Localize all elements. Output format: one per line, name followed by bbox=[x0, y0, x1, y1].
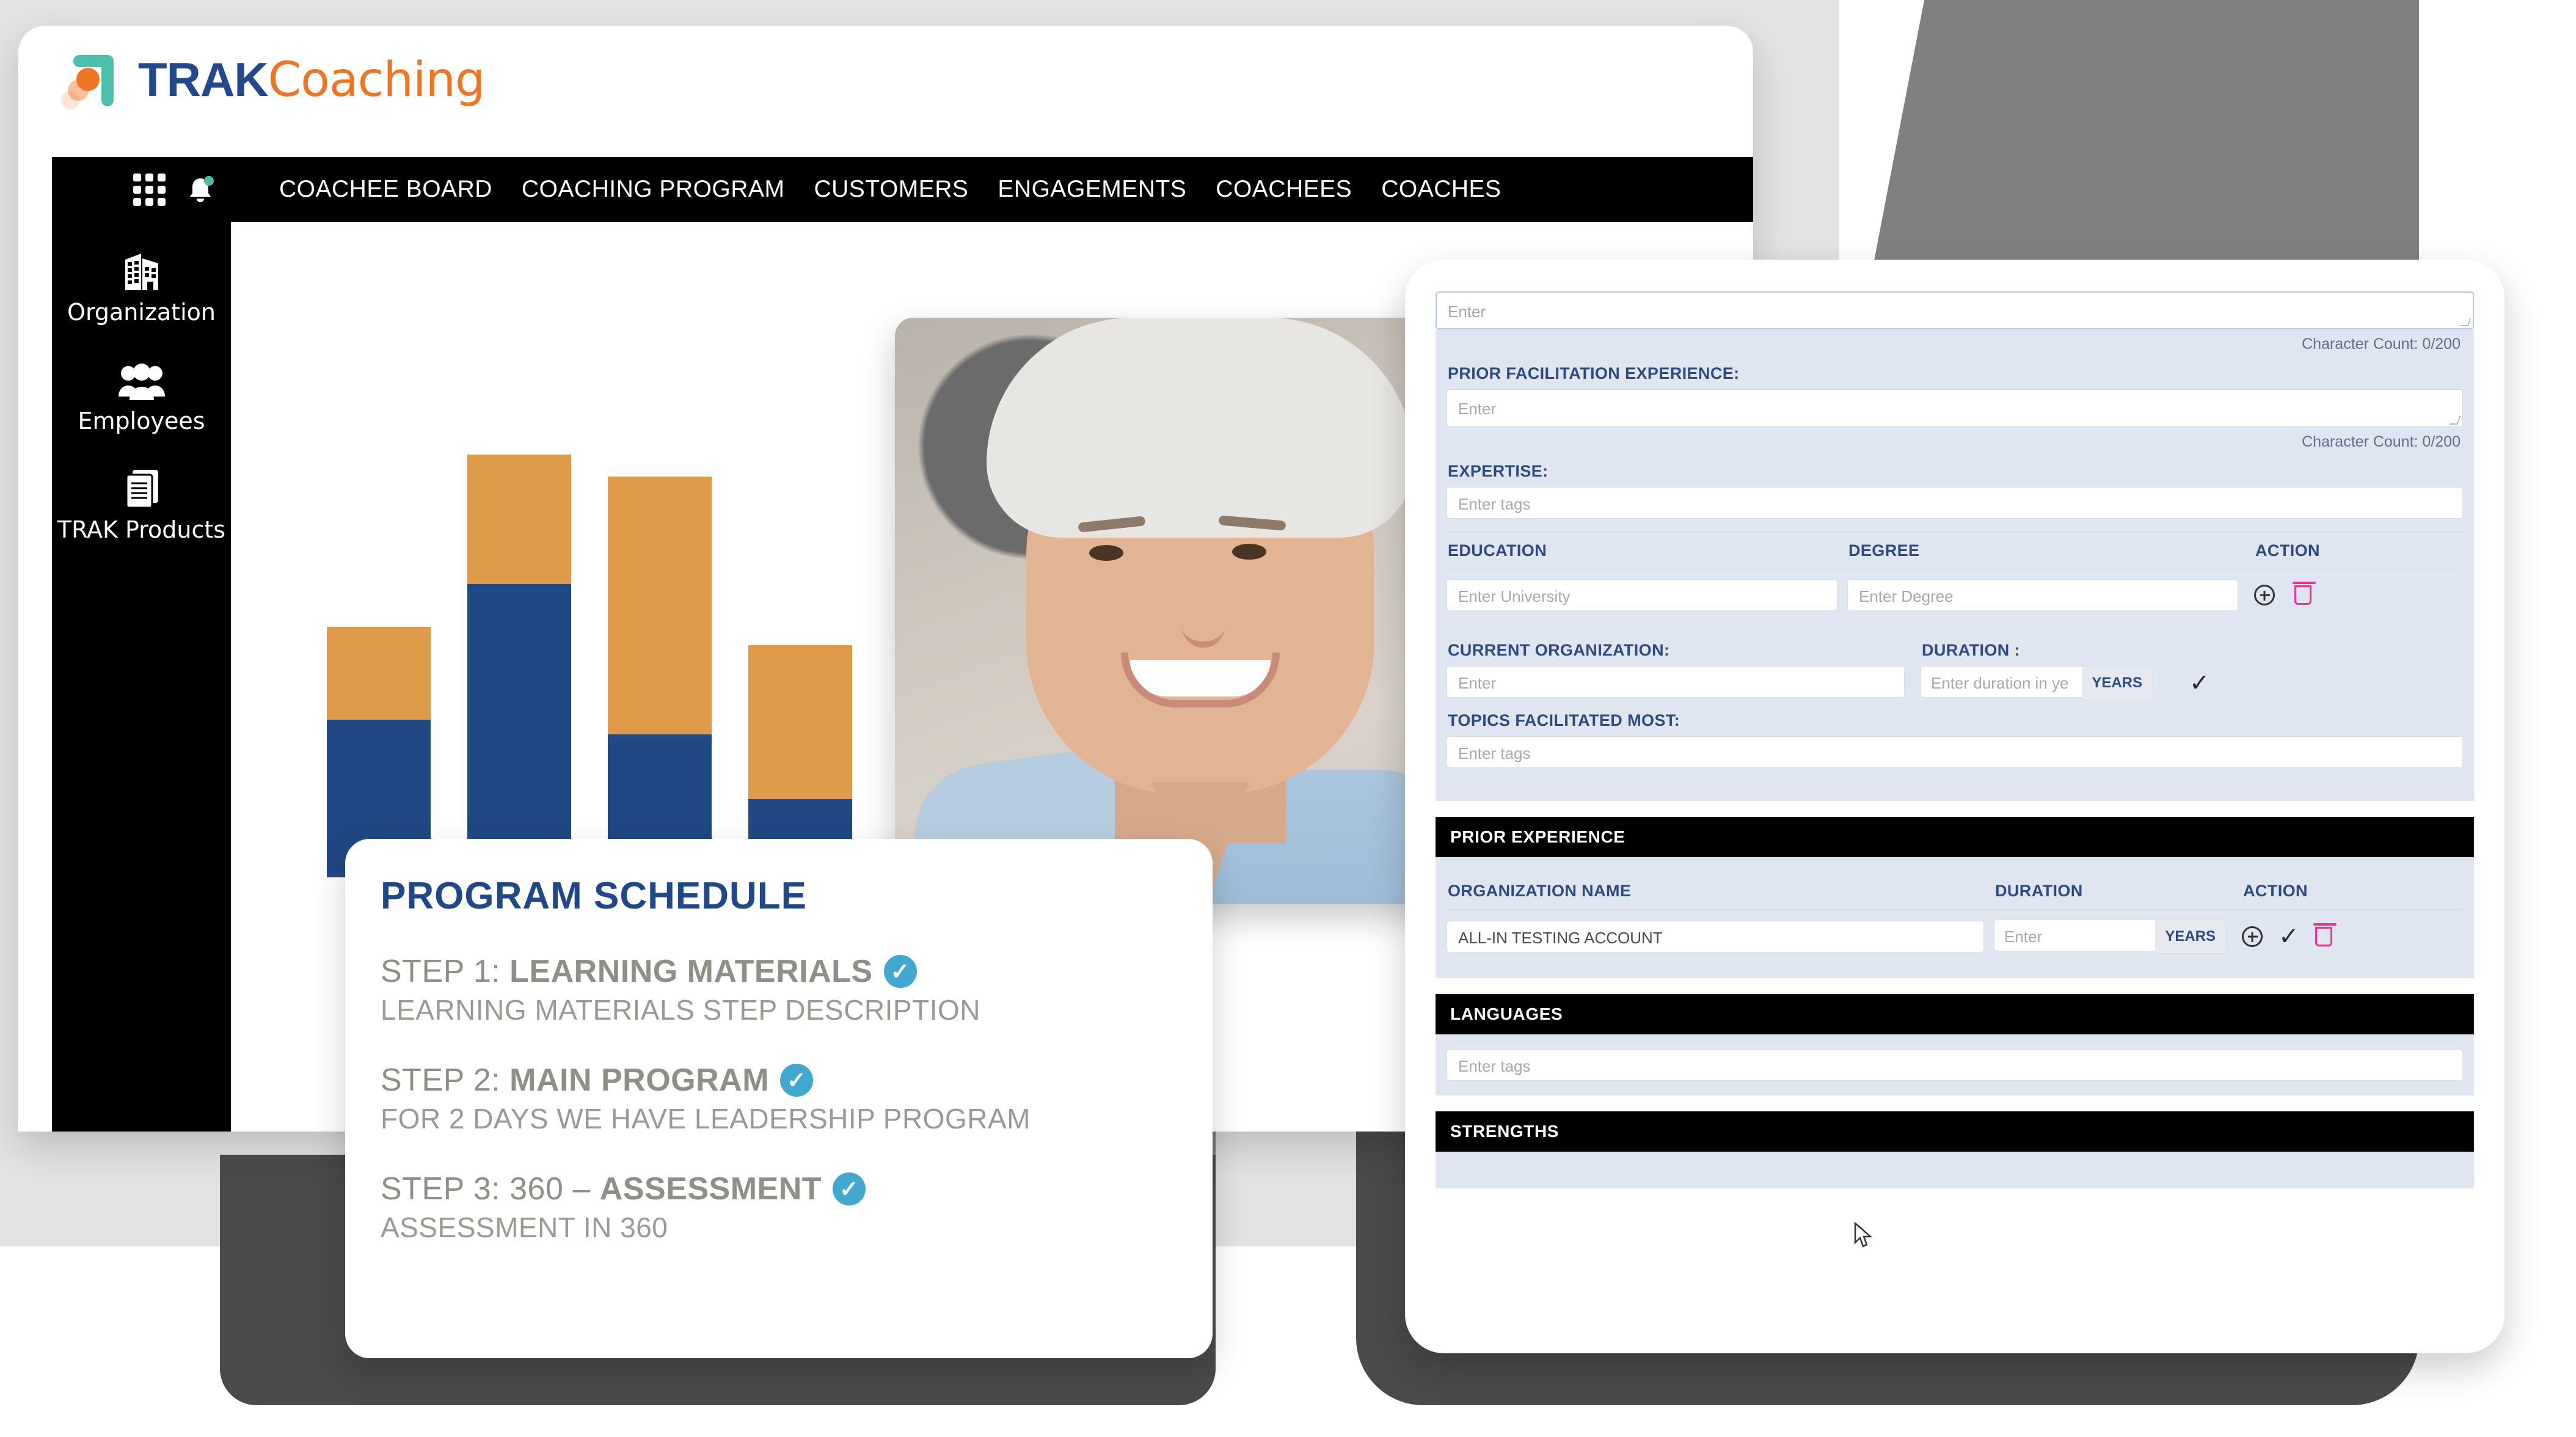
degree-column-header: DEGREE bbox=[1848, 541, 1920, 560]
expertise-tags-input[interactable]: Enter tags bbox=[1447, 487, 2463, 519]
action-column-header: ACTION bbox=[2243, 882, 2308, 900]
grid-apps-icon[interactable] bbox=[133, 173, 166, 206]
brand-name-secondary: Coaching bbox=[268, 52, 486, 108]
schedule-step-2: STEP 2: MAIN PROGRAM ✓ FOR 2 DAYS WE HAV… bbox=[381, 1062, 1213, 1135]
education-university-input[interactable]: Enter University bbox=[1447, 579, 1837, 611]
nav-link-coachees[interactable]: COACHEES bbox=[1216, 176, 1352, 203]
languages-tags-input[interactable]: Enter tags bbox=[1447, 1049, 2463, 1081]
brand-name-primary: TRAK bbox=[138, 52, 269, 106]
textarea-resize-handle[interactable] bbox=[2449, 416, 2461, 425]
step-complete-check-icon: ✓ bbox=[833, 1172, 866, 1205]
duration-input[interactable]: Enter duration in ye bbox=[1921, 666, 2082, 698]
delete-icon[interactable] bbox=[2313, 923, 2337, 946]
duration-label: DURATION : bbox=[1922, 641, 2020, 659]
add-circle-icon[interactable] bbox=[2254, 585, 2275, 605]
step-prefix: STEP 1: bbox=[381, 954, 510, 989]
prior-facilitation-textarea[interactable]: Enter bbox=[1447, 389, 2463, 427]
current-organization-label: CURRENT ORGANIZATION: bbox=[1448, 641, 1670, 659]
chart-bar bbox=[608, 477, 712, 877]
delete-icon[interactable] bbox=[2293, 582, 2316, 605]
screenshot-canvas: TRAKCoaching COACHEE BOARD COACHING PROG… bbox=[0, 0, 2576, 1437]
schedule-step-1: STEP 1: LEARNING MATERIALS ✓ LEARNING MA… bbox=[381, 953, 1213, 1026]
nav-link-coaches[interactable]: COACHES bbox=[1381, 176, 1501, 203]
step-name: MAIN PROGRAM bbox=[509, 1062, 770, 1098]
strengths-body bbox=[1436, 1152, 2474, 1188]
nav-link-coachee-board[interactable]: COACHEE BOARD bbox=[279, 176, 492, 203]
step-description: LEARNING MATERIALS STEP DESCRIPTION bbox=[381, 994, 980, 1026]
topics-facilitated-tags-input[interactable]: Enter tags bbox=[1447, 736, 2463, 768]
sidebar-item-label: TRAK Products bbox=[57, 516, 226, 543]
documents-icon bbox=[52, 465, 231, 510]
languages-section-header: LANGUAGES bbox=[1436, 994, 2474, 1034]
coach-profile-form: Enter Character Count: 0/200 PRIOR FACIL… bbox=[1405, 260, 2505, 1353]
current-organization-input[interactable]: Enter bbox=[1447, 666, 1905, 698]
table-row: Enter University Enter Degree bbox=[1447, 569, 2463, 621]
sidebar-item-organization[interactable]: Organization bbox=[52, 247, 231, 326]
check-icon[interactable]: ✓ bbox=[2279, 924, 2299, 949]
top-navigation-bar: COACHEE BOARD COACHING PROGRAM CUSTOMERS… bbox=[52, 157, 1753, 222]
prior-experience-section-header: PRIOR EXPERIENCE bbox=[1436, 817, 2474, 857]
step-prefix: STEP 2: bbox=[381, 1062, 510, 1098]
sidebar-item-label: Organization bbox=[67, 299, 216, 326]
trak-logo-icon bbox=[61, 48, 125, 111]
table-row: ALL-IN TESTING ACCOUNT Enter YEARS ✓ bbox=[1447, 910, 2463, 963]
step-prefix: STEP 3: 360 – bbox=[381, 1171, 600, 1207]
brand-wordmark: TRAKCoaching bbox=[138, 52, 486, 106]
organization-name-input[interactable]: ALL-IN TESTING ACCOUNT bbox=[1447, 921, 1984, 953]
building-icon bbox=[52, 247, 231, 293]
left-sidebar: Organization Employees TRAK Products bbox=[52, 222, 231, 1132]
sidebar-item-trak-products[interactable]: TRAK Products bbox=[52, 465, 231, 543]
sidebar-item-employees[interactable]: Employees bbox=[52, 356, 231, 434]
duration-column-header: DURATION bbox=[1995, 882, 2083, 900]
nav-link-coaching-program[interactable]: COACHING PROGRAM bbox=[522, 176, 785, 203]
step-name: LEARNING MATERIALS bbox=[509, 954, 873, 989]
schedule-title: PROGRAM SCHEDULE bbox=[381, 875, 808, 917]
about-char-count: Character Count: 0/200 bbox=[2302, 335, 2461, 353]
profile-fields-block: Character Count: 0/200 PRIOR FACILITATIO… bbox=[1436, 329, 2474, 801]
languages-body: Enter tags bbox=[1436, 1034, 2474, 1095]
expertise-label: EXPERTISE: bbox=[1448, 462, 1549, 480]
prior-facilitation-char-count: Character Count: 0/200 bbox=[2302, 433, 2461, 450]
topics-facilitated-label: TOPICS FACILITATED MOST: bbox=[1448, 711, 1680, 729]
step-name: ASSESSMENT bbox=[599, 1171, 822, 1207]
add-circle-icon[interactable] bbox=[2242, 926, 2263, 947]
nav-link-engagements[interactable]: ENGAGEMENTS bbox=[998, 176, 1186, 203]
experience-duration-input[interactable]: Enter bbox=[1994, 920, 2156, 951]
step-complete-check-icon: ✓ bbox=[780, 1064, 814, 1097]
chart-bars bbox=[327, 450, 852, 877]
program-schedule-card: PROGRAM SCHEDULE STEP 1: LEARNING MATERI… bbox=[345, 839, 1213, 1358]
schedule-step-3: STEP 3: 360 – ASSESSMENT ✓ ASSESSMENT IN… bbox=[381, 1171, 1213, 1244]
education-degree-input[interactable]: Enter Degree bbox=[1847, 579, 2238, 611]
organization-name-column-header: ORGANIZATION NAME bbox=[1448, 882, 1632, 900]
strengths-section-header: STRENGTHS bbox=[1436, 1111, 2474, 1152]
nav-link-list: COACHEE BOARD COACHING PROGRAM CUSTOMERS… bbox=[279, 176, 1501, 203]
people-group-icon bbox=[52, 356, 231, 401]
step-complete-check-icon: ✓ bbox=[883, 955, 917, 988]
duration-unit-label: YEARS bbox=[2082, 666, 2153, 700]
education-table: EDUCATION DEGREE ACTION Enter University… bbox=[1447, 531, 2463, 621]
step-description: ASSESSMENT IN 360 bbox=[381, 1212, 668, 1243]
about-textarea[interactable]: Enter bbox=[1436, 291, 2474, 329]
action-column-header: ACTION bbox=[2255, 541, 2320, 560]
step-description: FOR 2 DAYS WE HAVE LEADERSHIP PROGRAM bbox=[381, 1103, 1031, 1135]
chart-bar bbox=[467, 455, 571, 877]
brand-logo[interactable]: TRAKCoaching bbox=[61, 48, 486, 111]
notification-bell-icon[interactable] bbox=[186, 175, 214, 203]
nav-link-customers[interactable]: CUSTOMERS bbox=[814, 176, 968, 203]
prior-facilitation-label: PRIOR FACILITATION EXPERIENCE: bbox=[1448, 364, 1740, 382]
textarea-resize-handle[interactable] bbox=[2459, 318, 2472, 326]
sidebar-item-label: Employees bbox=[78, 408, 205, 434]
check-icon[interactable]: ✓ bbox=[2189, 671, 2210, 695]
prior-experience-body: ORGANIZATION NAME DURATION ACTION ALL-IN… bbox=[1436, 857, 2474, 978]
experience-duration-unit-label: YEARS bbox=[2155, 920, 2226, 954]
education-column-header: EDUCATION bbox=[1448, 541, 1547, 560]
